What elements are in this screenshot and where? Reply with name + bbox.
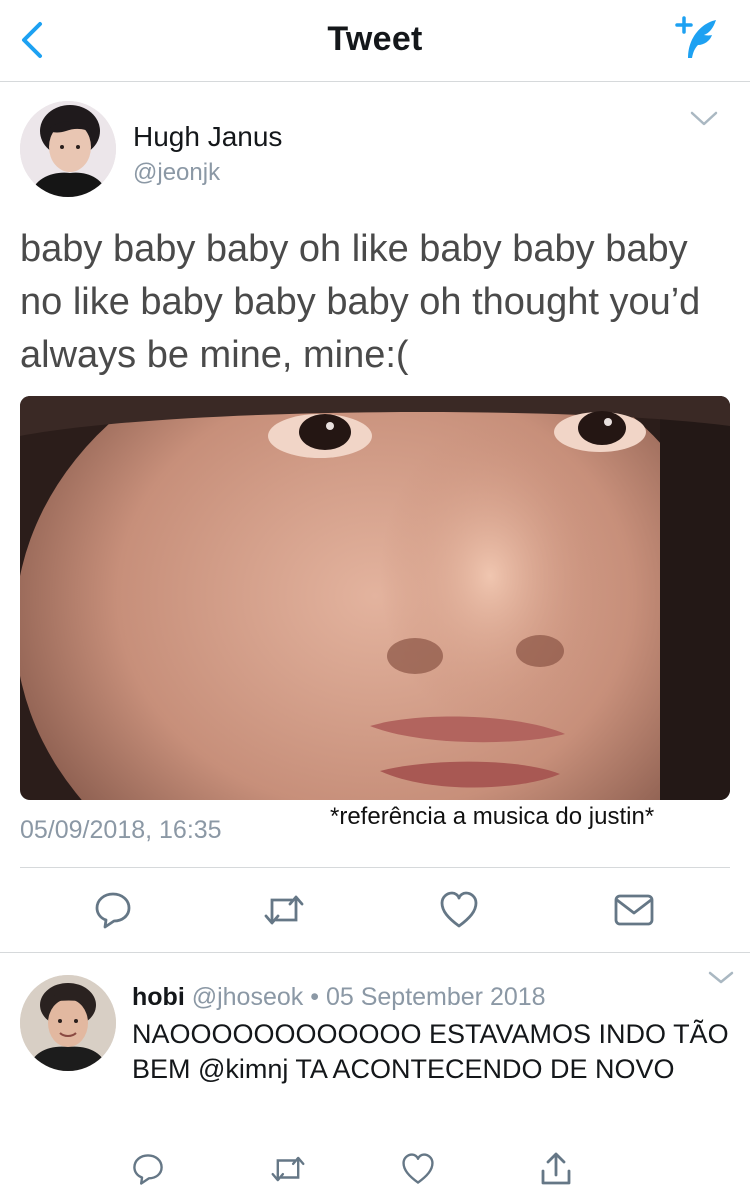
tweet-timestamp: 05/09/2018, 16:35 [20, 816, 222, 844]
compose-tweet-icon [675, 16, 716, 58]
meta-separator: • [310, 983, 319, 1011]
like-button[interactable] [398, 1149, 438, 1188]
retweet-button[interactable] [262, 888, 306, 932]
avatar[interactable] [20, 101, 116, 197]
author-handle[interactable]: @jeonjk [133, 159, 220, 187]
reply-button[interactable] [128, 1149, 168, 1188]
overlay-caption: *referência a musica do justin* [330, 803, 655, 830]
tweet-text: baby baby baby oh like baby baby baby no… [20, 228, 701, 376]
like-button[interactable] [437, 888, 481, 932]
chevron-down-icon [690, 111, 718, 126]
like-icon [440, 891, 478, 928]
compose-tweet-button[interactable] [670, 14, 722, 64]
page-title: Tweet [327, 20, 423, 58]
reply-tweet[interactable]: hobi @jhoseok • 05 September 2018 NAOOOO… [0, 953, 750, 1188]
author-name[interactable]: Hugh Janus [133, 121, 282, 153]
direct-message-button[interactable] [612, 888, 656, 932]
tweet-menu-button[interactable] [690, 111, 718, 132]
avatar-image [20, 975, 116, 1071]
reply-icon [133, 1154, 163, 1185]
like-icon [402, 1153, 434, 1184]
reply-author-handle[interactable]: @jhoseok [192, 983, 304, 1011]
retweet-button[interactable] [268, 1149, 308, 1188]
reply-text: NAOOOOOOOOOOOO ESTAVAMOS INDO TÃO BEM @k… [132, 1019, 729, 1084]
retweet-icon [271, 1156, 305, 1182]
top-bar: Tweet [0, 0, 750, 82]
retweet-icon [264, 895, 304, 925]
reply-icon [95, 892, 131, 929]
face-photo [20, 396, 730, 800]
chevron-down-icon [708, 971, 734, 984]
share-icon [541, 1152, 571, 1185]
reply-button[interactable] [91, 888, 135, 932]
reply-menu-button[interactable] [708, 971, 734, 990]
direct-message-icon [614, 894, 654, 926]
reply-author-name[interactable]: hobi [132, 983, 185, 1011]
reply-header: hobi @jhoseok • 05 September 2018 [132, 983, 546, 1012]
tweet-media-image[interactable] [20, 396, 730, 800]
tweet-actions [0, 868, 750, 952]
reply-date: 05 September 2018 [325, 983, 546, 1011]
avatar[interactable] [20, 975, 116, 1071]
avatar-image [20, 101, 116, 197]
share-button[interactable] [536, 1149, 576, 1188]
